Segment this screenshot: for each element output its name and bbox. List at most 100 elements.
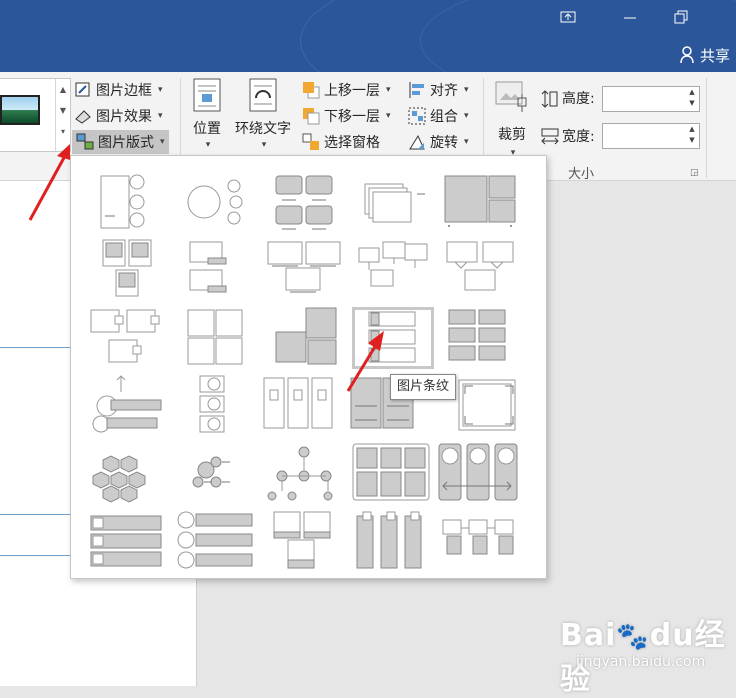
wrap-text-button[interactable]: 环绕文字 ▾ (235, 78, 291, 150)
selection-pane-label: 选择窗格 (324, 135, 380, 151)
picture-layout-label: 图片版式 (98, 135, 154, 151)
picture-border-label: 图片边框 (96, 83, 152, 99)
minimize-icon[interactable] (623, 10, 637, 28)
layout-option-horizontal-picture-hierarchy[interactable] (258, 438, 350, 510)
restore-icon[interactable] (674, 10, 688, 28)
picture-border-button[interactable]: 图片边框 ▾ (74, 80, 163, 100)
height-label: 高度: (562, 91, 595, 107)
layout-option-picture-column-list[interactable] (347, 506, 439, 578)
horizontal-picture-hierarchy-icon (267, 446, 333, 501)
align-icon (408, 81, 426, 99)
layout-option-picture-accent-blocks[interactable] (347, 438, 439, 510)
crop-icon (494, 80, 530, 120)
layout-option-snapshot-picture-list[interactable] (347, 234, 439, 306)
picture-effects-icon (74, 107, 92, 125)
title-picture-blocks-icon (448, 309, 506, 361)
circle-picture-hierarchy-icon (187, 179, 242, 225)
picture-accent-grid-icon (267, 241, 341, 293)
layout-option-stacked-pictures[interactable] (347, 166, 439, 238)
layout-option-hexagon-cluster[interactable] (81, 438, 173, 510)
picture-bullet-list-icon (90, 515, 162, 567)
layout-option-overlapping-picture-blocks[interactable] (258, 302, 350, 374)
layout-option-bending-picture-caption[interactable] (435, 234, 527, 306)
size-group-text: 大小 (568, 167, 595, 182)
width-control: 宽度: (540, 126, 595, 146)
layout-option-picture-bullet-list[interactable] (81, 506, 173, 578)
send-backward-button[interactable]: 下移一层 ▾ (302, 106, 391, 126)
layout-option-picture-frame-grid[interactable] (435, 166, 527, 238)
picture-style-thumbnail[interactable] (0, 95, 40, 125)
picture-grid-icon (275, 175, 333, 230)
layout-option-bubble-picture-list[interactable] (170, 438, 262, 510)
group-label: 组合 (430, 109, 458, 125)
width-icon (540, 127, 559, 145)
selection-pane-icon (302, 133, 320, 151)
person-icon (680, 46, 694, 64)
four-picture-grid-icon (187, 309, 242, 365)
selection-pane-button[interactable]: 选择窗格 (302, 132, 380, 152)
vertical-circle-list-icon (199, 375, 224, 433)
group-icon (408, 107, 426, 125)
layout-option-picture-organization[interactable] (435, 506, 527, 578)
height-spinner[interactable]: ▲ ▼ (687, 87, 697, 109)
layout-option-circle-picture-list[interactable] (170, 506, 262, 578)
rotate-icon (408, 133, 426, 151)
layout-option-picture-accent-grid[interactable] (258, 234, 350, 306)
picture-effects-button[interactable]: 图片效果 ▾ (74, 106, 163, 126)
position-icon (192, 78, 222, 116)
layout-option-picture-caption-list[interactable] (81, 234, 173, 306)
offset-picture-blocks-icon (189, 241, 226, 293)
send-backward-label: 下移一层 (324, 109, 380, 125)
ribbon-separator (706, 78, 707, 178)
position-button[interactable]: 位置 ▾ (192, 78, 222, 150)
share-button[interactable]: 共享 (676, 40, 736, 70)
width-label: 宽度: (562, 129, 595, 145)
size-dialog-launcher-icon[interactable]: ◲ (690, 168, 699, 178)
layout-option-vertical-picture-circles[interactable] (81, 166, 173, 238)
height-control: 高度: (540, 88, 595, 108)
picture-border-icon (74, 81, 92, 99)
layout-option-four-picture-grid[interactable] (170, 302, 262, 374)
layout-option-circular-picture-callout[interactable] (81, 370, 173, 442)
vertical-picture-circles-icon (100, 174, 145, 229)
bring-forward-label: 上移一层 (324, 83, 380, 99)
send-backward-icon (302, 107, 320, 125)
snapshot-picture-list-icon (358, 241, 427, 287)
picture-effects-label: 图片效果 (96, 109, 152, 125)
group-button[interactable]: 组合 ▾ (408, 106, 469, 126)
bring-forward-button[interactable]: 上移一层 ▾ (302, 80, 391, 100)
layout-option-offset-picture-blocks[interactable] (170, 234, 262, 306)
circle-picture-list-icon (177, 511, 252, 569)
layout-option-circle-picture-process[interactable] (435, 438, 527, 510)
layout-option-picture-grid[interactable] (258, 166, 350, 238)
picture-accent-blocks-icon (352, 443, 429, 501)
align-label: 对齐 (430, 83, 458, 99)
layout-option-vertical-circle-list[interactable] (170, 370, 262, 442)
picture-caption-blocks-icon (273, 511, 331, 569)
layout-option-picture-lineup-callouts[interactable] (81, 302, 173, 374)
picture-organization-icon (442, 519, 514, 555)
annotation-arrow (346, 331, 384, 392)
crop-button[interactable]: 裁剪 ▾ (494, 80, 530, 158)
ribbon-display-icon[interactable] (560, 10, 576, 28)
layout-option-circle-picture-hierarchy[interactable] (170, 166, 262, 238)
rotate-label: 旋转 (430, 135, 458, 151)
annotation-arrow (28, 144, 70, 221)
share-label: 共享 (700, 46, 731, 65)
overlapping-picture-blocks-icon (275, 307, 337, 365)
layout-option-picture-columns[interactable] (258, 370, 350, 442)
circle-picture-process-icon (438, 443, 518, 501)
layout-option-picture-caption-blocks[interactable] (258, 506, 350, 578)
width-input[interactable]: ▲ ▼ (602, 123, 700, 149)
align-button[interactable]: 对齐 ▾ (408, 80, 469, 100)
picture-layout-button[interactable]: 图片版式 ▾ (72, 130, 169, 154)
height-input[interactable]: ▲ ▼ (602, 86, 700, 112)
height-icon (540, 89, 558, 108)
rotate-button[interactable]: 旋转 ▾ (408, 132, 469, 152)
bending-picture-caption-icon (446, 241, 514, 291)
title-bar: 共享 (0, 0, 736, 72)
picture-column-list-icon (356, 511, 421, 569)
width-spinner[interactable]: ▲ ▼ (687, 124, 697, 146)
wrap-text-icon (248, 78, 278, 116)
layout-option-title-picture-blocks[interactable] (435, 302, 527, 374)
